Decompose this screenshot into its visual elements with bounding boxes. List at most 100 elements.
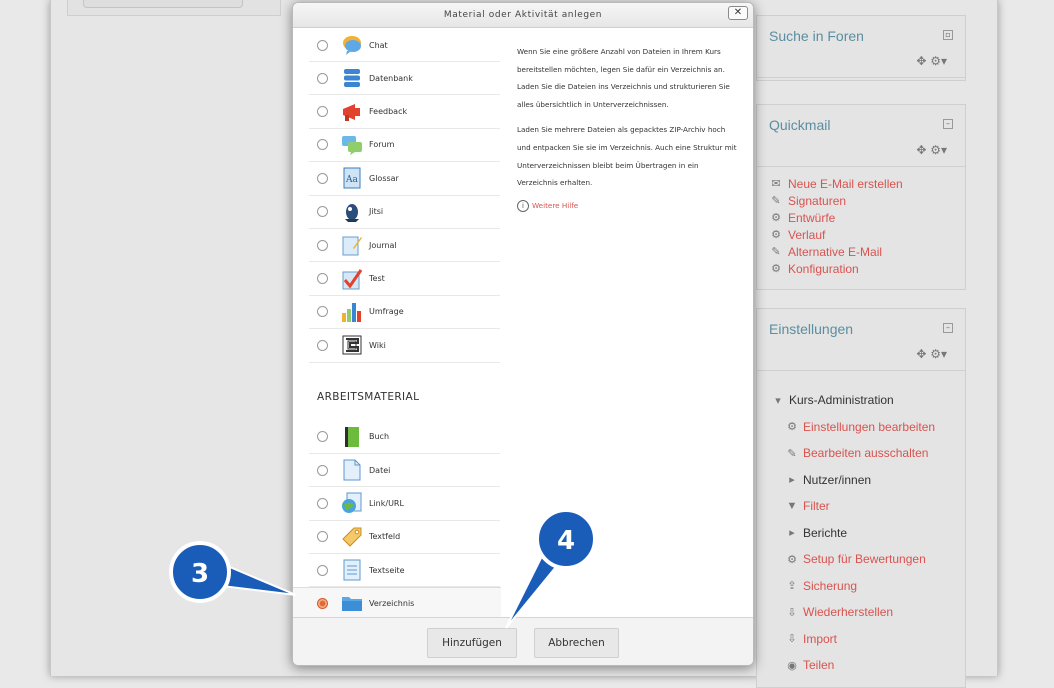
option-url[interactable]: Link/URL <box>309 487 500 521</box>
radio-button[interactable] <box>317 306 328 318</box>
help-paragraph-1: Wenn Sie eine größere Anzahl von Dateien… <box>517 47 730 109</box>
svg-text:Aa: Aa <box>345 175 358 185</box>
radio-button[interactable] <box>317 139 328 151</box>
radio-button[interactable] <box>317 464 328 476</box>
radio-button[interactable] <box>317 206 328 218</box>
quiz-icon <box>342 268 363 290</box>
option-chat[interactable]: Chat <box>309 29 500 62</box>
url-icon <box>342 492 362 514</box>
radio-button[interactable] <box>317 497 328 509</box>
option-glossary[interactable]: Aa Glossar <box>309 162 500 196</box>
settings-item-import[interactable]: ⇩ Import <box>771 626 965 653</box>
quickmail-item-new-mail[interactable]: ✉ Neue E-Mail erstellen <box>769 175 965 192</box>
option-forum[interactable]: Forum <box>309 129 500 163</box>
radio-button[interactable] <box>317 273 328 285</box>
option-test[interactable]: Test <box>309 262 500 296</box>
option-label: Textseite <box>369 565 405 575</box>
settings-item-label: Kurs-Administration <box>789 393 894 408</box>
radio-button[interactable] <box>317 172 328 184</box>
settings-item-label: Sicherung <box>803 578 858 593</box>
option-database[interactable]: Datenbank <box>309 62 500 96</box>
quickmail-item-label: Alternative E-Mail <box>788 244 883 259</box>
settings-item-reports[interactable]: ▸ Berichte <box>771 520 965 547</box>
quickmail-item-alt-mail[interactable]: ✎ Alternative E-Mail <box>769 243 965 260</box>
option-book[interactable]: Buch <box>309 421 500 454</box>
close-button[interactable]: ✕ <box>728 6 748 20</box>
settings-item-label: Teilen <box>803 658 835 673</box>
gear-icon: ⚙ <box>771 212 781 224</box>
settings-item-users[interactable]: ▸ Nutzer/innen <box>771 467 965 494</box>
option-label: Wiki <box>369 340 386 350</box>
download-icon: ⇩ <box>787 606 797 619</box>
option-label-resource[interactable]: Textfeld <box>309 521 500 555</box>
feedback-icon <box>343 103 360 121</box>
quickmail-item-drafts[interactable]: ⚙ Entwürfe <box>769 209 965 226</box>
settings-item-edit-settings[interactable]: ⚙ Einstellungen bearbeiten <box>771 414 965 441</box>
option-file[interactable]: Datei <box>309 454 500 488</box>
block-tools-icon[interactable]: ✥ ⚙▾ <box>916 347 947 361</box>
journal-icon <box>342 236 362 256</box>
settings-item-backup[interactable]: ⇪ Sicherung <box>771 573 965 600</box>
caret-right-icon: ▸ <box>789 527 795 540</box>
quickmail-item-history[interactable]: ⚙ Verlauf <box>769 226 965 243</box>
settings-item-filter[interactable]: ▼ Filter <box>771 493 965 520</box>
settings-item-share[interactable]: ◉ Teilen <box>771 652 965 679</box>
radio-button[interactable] <box>317 339 328 351</box>
collapse-icon[interactable]: – <box>943 323 953 333</box>
settings-item-grade-setup[interactable]: ⚙ Setup für Bewertungen <box>771 546 965 573</box>
collapse-icon[interactable]: – <box>943 119 953 129</box>
radio-button[interactable] <box>317 564 328 576</box>
settings-item-label: Filter <box>803 499 830 514</box>
collapse-icon[interactable]: ▫ <box>943 30 953 40</box>
option-feedback[interactable]: Feedback <box>309 95 500 129</box>
more-help-link[interactable]: i Weitere Hilfe <box>517 199 741 212</box>
settings-item-edit-off[interactable]: ✎ Bearbeiten ausschalten <box>771 440 965 467</box>
quickmail-item-config[interactable]: ⚙ Konfiguration <box>769 260 965 277</box>
option-label: Datenbank <box>369 73 413 83</box>
settings-item-restore[interactable]: ⇩ Wiederherstellen <box>771 599 965 626</box>
block-tools-icon[interactable]: ✥ ⚙▾ <box>916 143 947 157</box>
chat-icon <box>343 36 361 55</box>
quickmail-item-signatures[interactable]: ✎ Signaturen <box>769 192 965 209</box>
download-icon: ⇩ <box>787 633 797 646</box>
settings-item-label: Nutzer/innen <box>803 472 872 487</box>
option-label: Feedback <box>369 107 408 117</box>
option-journal[interactable]: Journal <box>309 229 500 263</box>
quickmail-list: ✉ Neue E-Mail erstellen ✎ Signaturen ⚙ Entw… <box>757 167 965 283</box>
option-page[interactable]: Textseite <box>309 554 500 588</box>
info-icon: i <box>517 199 529 212</box>
radio-button[interactable] <box>317 431 328 443</box>
upload-icon: ⇪ <box>787 580 797 593</box>
settings-item-label: Bearbeiten ausschalten <box>803 446 929 461</box>
settings-item-label: Wiederherstellen <box>803 605 894 620</box>
settings-item-label: Berichte <box>803 525 848 540</box>
radio-button[interactable] <box>317 72 328 84</box>
callout-3: 3 <box>169 541 297 603</box>
radio-button[interactable] <box>317 106 328 118</box>
option-label: Forum <box>369 140 395 150</box>
add-button[interactable]: Hinzufügen <box>427 628 517 658</box>
option-survey[interactable]: Umfrage <box>309 296 500 330</box>
radio-button[interactable] <box>317 531 328 543</box>
dialog-header: Material oder Aktivität anlegen ✕ <box>293 3 753 28</box>
option-folder[interactable]: Verzeichnis <box>293 587 501 617</box>
radio-button-selected[interactable] <box>317 597 328 609</box>
caret-down-icon: ▾ <box>775 394 781 407</box>
option-jitsi[interactable]: Jitsi <box>309 196 500 229</box>
option-label: Verzeichnis <box>369 598 415 608</box>
option-label: Link/URL <box>369 498 404 508</box>
settings-item-course-admin[interactable]: ▾ Kurs-Administration <box>771 387 965 414</box>
cancel-button[interactable]: Abbrechen <box>534 628 619 658</box>
wiki-icon <box>342 335 362 355</box>
radio-button[interactable] <box>317 239 328 251</box>
survey-icon <box>342 302 361 322</box>
block-tools-icon[interactable]: ✥ ⚙▾ <box>916 54 947 68</box>
radio-button[interactable] <box>317 39 328 51</box>
jitsi-icon <box>345 203 359 222</box>
option-label: Test <box>369 274 385 284</box>
option-wiki[interactable]: Wiki <box>309 329 500 363</box>
book-icon <box>345 426 359 447</box>
option-label: Umfrage <box>369 307 404 317</box>
more-help-label: Weitere Hilfe <box>532 201 579 211</box>
quickmail-item-label: Signaturen <box>788 193 847 208</box>
